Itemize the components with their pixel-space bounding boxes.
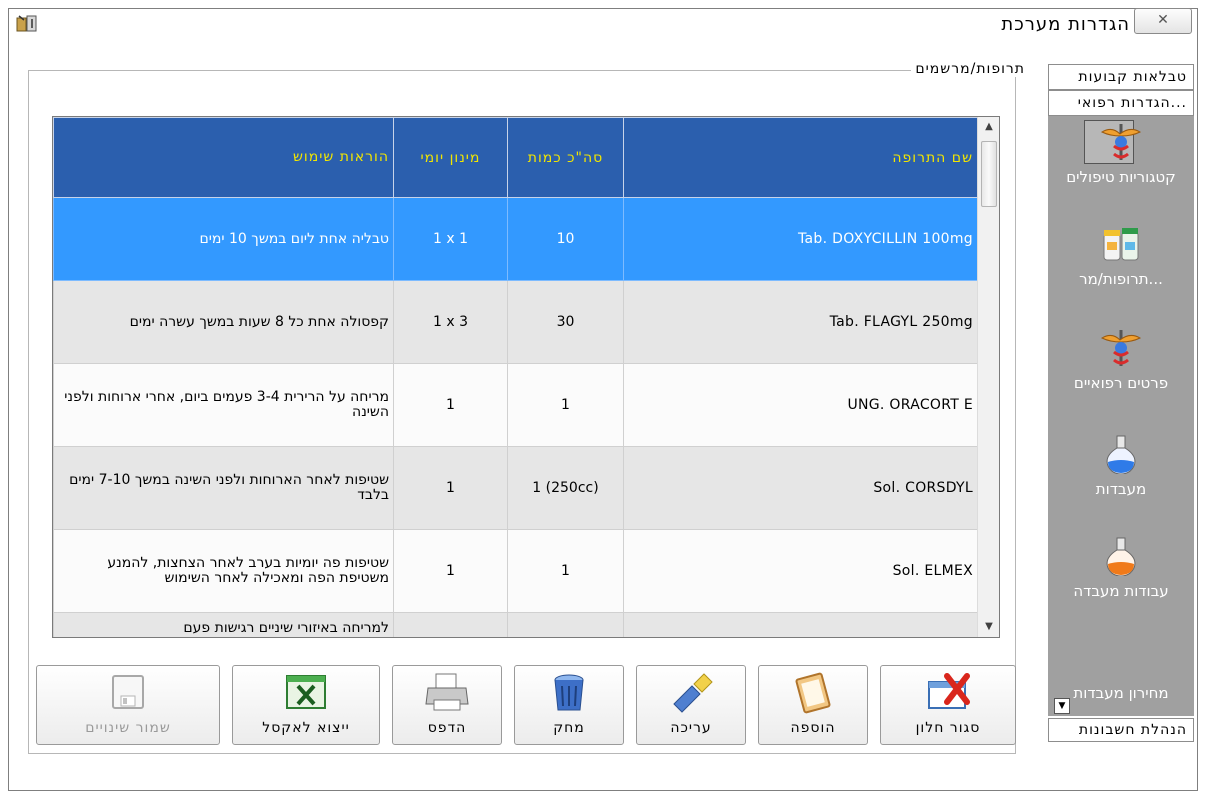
cell-drug-name[interactable] — [623, 612, 978, 637]
edit-label: עריכה — [670, 720, 712, 736]
print-label: הדפס — [427, 720, 467, 736]
nav-item-lab-works[interactable]: עבודות מעבדה — [1048, 536, 1194, 600]
cell-drug-name[interactable]: Tab. FLAGYL 250mg — [623, 280, 978, 364]
nav-item-label: מעבדות — [1095, 480, 1147, 498]
scrollbar-thumb[interactable] — [981, 141, 997, 207]
table-row[interactable]: שטיפות לאחר הארוחות ולפני השינה במשך 7-1… — [53, 446, 978, 530]
save-changes-button[interactable]: שמור שינויים — [36, 665, 220, 745]
printer-icon — [425, 673, 469, 711]
add-button[interactable]: הוספה — [758, 665, 868, 745]
close-window-button[interactable]: סגור חלון — [880, 665, 1016, 745]
save-disk-icon — [112, 675, 144, 709]
add-label: הוספה — [790, 720, 836, 736]
cell-daily-dose[interactable]: 1 — [393, 529, 508, 613]
clipboard-icon — [795, 672, 831, 714]
cell-drug-name[interactable]: Sol. ELMEX — [623, 529, 978, 613]
nav-item-medications[interactable]: ...תרופות/מר — [1048, 224, 1194, 288]
tab-accounting[interactable]: הנהלת חשבונות — [1048, 718, 1194, 742]
cell-daily-dose[interactable]: 1 x 3 — [393, 280, 508, 364]
window-title: הגדרות מערכת — [1001, 14, 1130, 35]
print-button[interactable]: הדפס — [392, 665, 502, 745]
nav-panel: קטגוריות טיפולים ...תרופות/מר פרטים רפוא… — [1048, 116, 1194, 716]
scroll-down-arrow-icon[interactable]: ▼ — [978, 617, 999, 637]
export-excel-label: ייצוא לאקסל — [262, 720, 350, 736]
close-window-label: סגור חלון — [915, 720, 981, 736]
nav-item-label: פרטים רפואיים — [1073, 374, 1169, 392]
excel-icon — [286, 675, 326, 709]
cell-drug-name[interactable]: UNG. ORACORT E — [623, 363, 978, 447]
export-excel-button[interactable]: ייצוא לאקסל — [232, 665, 380, 745]
cell-instructions[interactable]: טבליה אחת ליום במשך 10 ימים — [53, 197, 394, 281]
brush-icon — [673, 673, 713, 713]
cell-daily-dose[interactable]: 1 x 1 — [393, 197, 508, 281]
cell-drug-name[interactable]: Sol. CORSDYL — [623, 446, 978, 530]
nav-item-medical-details[interactable]: פרטים רפואיים — [1048, 328, 1194, 392]
column-header-instructions[interactable]: הוראות שימוש — [53, 117, 394, 198]
cell-drug-name[interactable]: Tab. DOXYCILLIN 100mg — [623, 197, 978, 281]
cell-total-qty[interactable] — [507, 612, 624, 637]
groupbox-legend: תרופות/מרשמים — [911, 61, 1029, 77]
system-menu-icon[interactable] — [16, 14, 38, 34]
trash-can-icon — [554, 674, 584, 711]
medications-grid[interactable]: הוראות שימוש מינון יומי סה"כ כמות שם התר… — [52, 116, 1000, 638]
scroll-up-arrow-icon[interactable]: ▲ — [978, 117, 999, 137]
table-row[interactable]: קפסולה אחת כל 8 שעות במשך עשרה ימים 1 x … — [53, 280, 978, 364]
cell-daily-dose[interactable]: 1 — [393, 363, 508, 447]
cell-daily-dose[interactable] — [393, 612, 508, 637]
cell-total-qty[interactable]: 1 — [507, 529, 624, 613]
cell-instructions[interactable]: קפסולה אחת כל 8 שעות במשך עשרה ימים — [53, 280, 394, 364]
cell-daily-dose[interactable]: 1 — [393, 446, 508, 530]
cell-instructions[interactable]: שטיפות לאחר הארוחות ולפני השינה במשך 7-1… — [53, 446, 394, 530]
medications-table: הוראות שימוש מינון יומי סה"כ כמות שם התר… — [53, 117, 978, 637]
nav-item-labs[interactable]: מעבדות — [1048, 434, 1194, 498]
cell-total-qty[interactable]: 1 — [507, 363, 624, 447]
column-header-total-qty[interactable]: סה"כ כמות — [507, 117, 624, 198]
cell-total-qty[interactable]: 10 — [507, 197, 624, 281]
nav-item-label: ...תרופות/מר — [1079, 270, 1163, 288]
table-header-row: הוראות שימוש מינון יומי סה"כ כמות שם התר… — [53, 117, 978, 198]
cell-instructions[interactable]: למריחה באיזורי שיניים רגישות פעם — [53, 612, 394, 637]
flask-orange-icon — [1106, 537, 1136, 576]
table-row[interactable]: טבליה אחת ליום במשך 10 ימים 1 x 1 10 Tab… — [53, 197, 978, 281]
close-window-icon — [928, 673, 970, 709]
grid-vertical-scrollbar[interactable]: ▲ ▼ — [977, 117, 999, 637]
tab-medical-settings[interactable]: ...הגדרות רפואי — [1048, 90, 1194, 116]
column-header-drug-name[interactable]: שם התרופה — [623, 117, 978, 198]
nav-item-label: קטגוריות טיפולים — [1066, 168, 1176, 186]
table-row[interactable]: שטיפות פה יומיות בערב לאחר הצחצות, להמנע… — [53, 529, 978, 613]
nav-item-treatment-categories[interactable]: קטגוריות טיפולים — [1048, 122, 1194, 186]
nav-scroll-down-icon[interactable]: ▼ — [1054, 698, 1070, 714]
save-changes-label: שמור שינויים — [85, 720, 171, 736]
nav-item-label: מחירון מעבדות — [1073, 684, 1169, 702]
cell-instructions[interactable]: שטיפות פה יומיות בערב לאחר הצחצות, להמנע… — [53, 529, 394, 613]
caduceus-icon — [1100, 330, 1142, 366]
nav-item-label: עבודות מעבדה — [1073, 582, 1169, 600]
cell-total-qty[interactable]: 30 — [507, 280, 624, 364]
pill-bottles-icon — [1103, 228, 1139, 261]
window-close-button[interactable]: ✕ — [1134, 8, 1192, 34]
flask-blue-icon — [1106, 435, 1136, 474]
delete-label: מחק — [553, 720, 585, 736]
caduceus-icon — [1100, 124, 1142, 160]
column-header-daily-dose[interactable]: מינון יומי — [393, 117, 508, 198]
table-row[interactable]: מריחה על הרירית 3-4 פעמים ביום, אחרי ארו… — [53, 363, 978, 447]
delete-button[interactable]: מחק — [514, 665, 624, 745]
cell-total-qty[interactable]: 1 (250cc) — [507, 446, 624, 530]
cell-instructions[interactable]: מריחה על הרירית 3-4 פעמים ביום, אחרי ארו… — [53, 363, 394, 447]
edit-button[interactable]: עריכה — [636, 665, 746, 745]
table-row[interactable]: למריחה באיזורי שיניים רגישות פעם — [53, 612, 978, 637]
close-icon: ✕ — [1157, 12, 1169, 28]
tab-fixed-tables[interactable]: טבלאות קבועות — [1048, 64, 1194, 90]
